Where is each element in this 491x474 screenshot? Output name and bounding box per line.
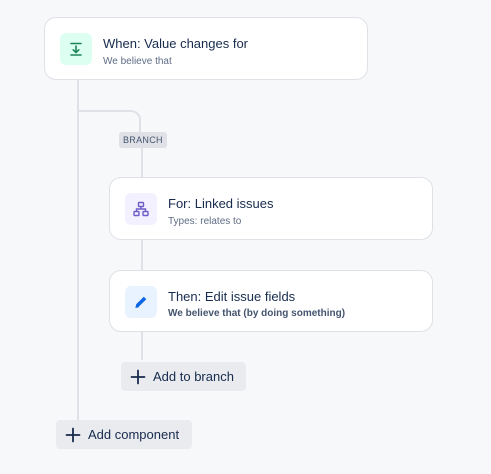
pencil-icon: [133, 294, 149, 310]
branch-badge: BRANCH: [119, 132, 167, 148]
for-icon-box: [125, 193, 157, 225]
branch-for-card[interactable]: For: Linked issues Types: relates to: [109, 177, 433, 240]
trigger-title: When: Value changes for: [103, 36, 249, 51]
trigger-card[interactable]: When: Value changes for We believe that: [44, 17, 368, 80]
branch-then-card[interactable]: Then: Edit issue fields We believe that …: [109, 270, 433, 332]
for-card-subtitle: Types: relates to: [168, 216, 242, 227]
add-to-branch-label: Add to branch: [153, 369, 234, 384]
branch-connector-elbow: [77, 110, 141, 132]
plus-icon: [65, 427, 81, 443]
plus-icon: [130, 369, 146, 385]
add-component-label: Add component: [88, 427, 180, 442]
then-card-title: Then: Edit issue fields: [168, 289, 296, 304]
add-component-button[interactable]: Add component: [56, 420, 192, 449]
trigger-icon-box: [60, 33, 92, 65]
then-card-subtitle: We believe that (by doing something): [168, 308, 346, 319]
add-to-branch-button[interactable]: Add to branch: [121, 362, 246, 391]
trigger-subtitle: We believe that: [103, 56, 172, 67]
download-arrow-icon: [68, 41, 84, 57]
for-card-title: For: Linked issues: [168, 196, 274, 211]
hierarchy-icon: [133, 201, 149, 217]
then-icon-box: [125, 286, 157, 318]
